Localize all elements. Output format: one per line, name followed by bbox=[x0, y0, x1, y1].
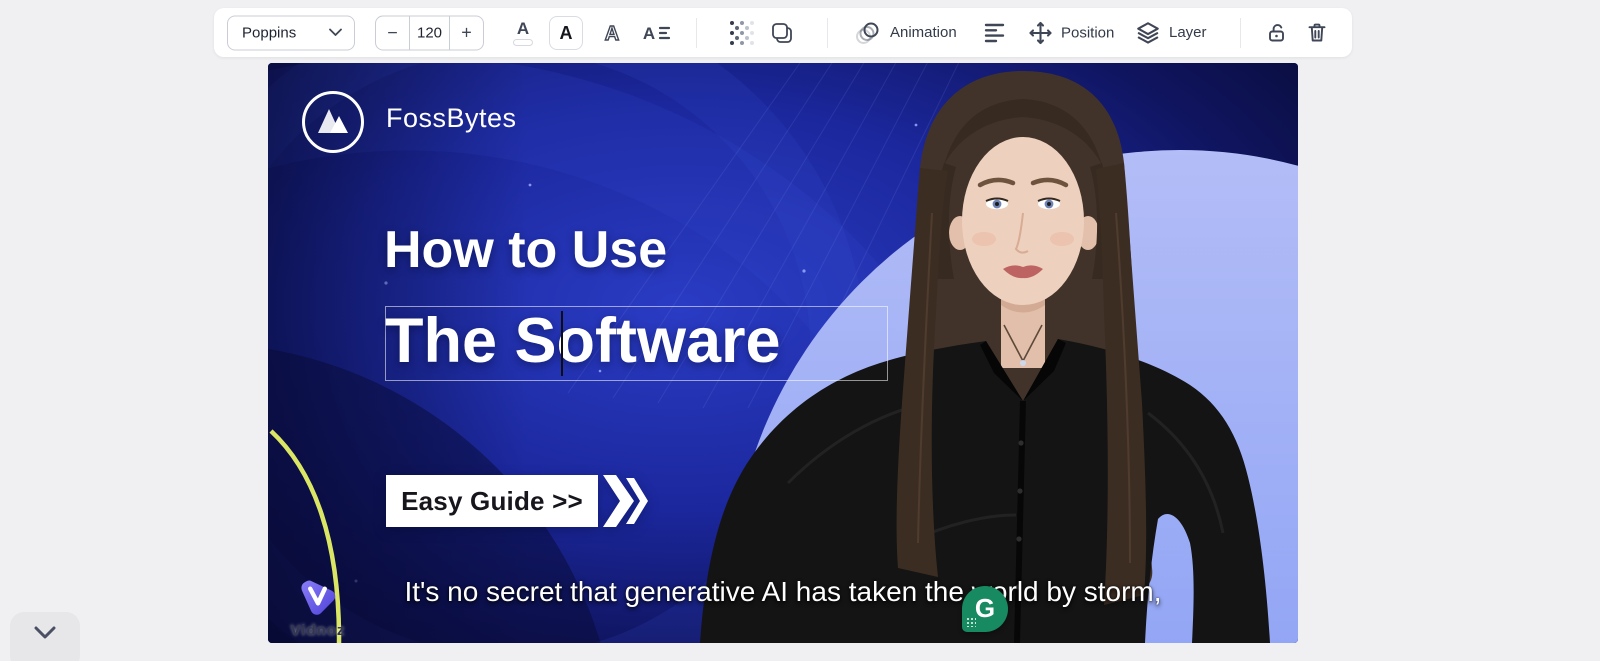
font-color-icon: A bbox=[513, 20, 533, 46]
text-toolbar: Poppins − 120 + A A A A bbox=[214, 8, 1352, 57]
outline-a-icon: A bbox=[599, 20, 625, 46]
font-color-button[interactable]: A bbox=[506, 16, 540, 50]
animation-label: Animation bbox=[890, 24, 957, 41]
watermark-label: Vidnoz bbox=[278, 622, 358, 639]
layer-stack-icon bbox=[1135, 20, 1161, 46]
brand-name: FossBytes bbox=[386, 103, 517, 134]
text-outline-button[interactable]: A bbox=[595, 16, 629, 50]
text-align-button[interactable] bbox=[978, 16, 1012, 50]
animation-icon bbox=[854, 20, 882, 46]
font-size-stepper: − 120 + bbox=[375, 15, 484, 50]
title-line1[interactable]: How to Use bbox=[384, 220, 667, 280]
svg-text:A: A bbox=[605, 23, 619, 45]
position-button[interactable]: Position bbox=[1028, 20, 1114, 45]
opacity-button[interactable] bbox=[725, 16, 759, 50]
toolbar-divider bbox=[696, 18, 697, 48]
text-style-button[interactable]: A bbox=[549, 16, 583, 50]
align-lines-icon bbox=[983, 22, 1007, 44]
animation-button[interactable]: Animation bbox=[854, 20, 957, 46]
font-size-input[interactable]: 120 bbox=[409, 16, 450, 49]
unlock-icon bbox=[1265, 21, 1289, 45]
video-canvas[interactable]: FossBytes How to Use The Software Easy G… bbox=[268, 63, 1298, 643]
lock-button[interactable] bbox=[1260, 16, 1294, 50]
bold-a-icon: A bbox=[560, 24, 573, 42]
fossbytes-logo bbox=[302, 91, 364, 153]
text-spacing-button[interactable]: A bbox=[639, 16, 673, 50]
position-label: Position bbox=[1061, 24, 1114, 41]
delete-button[interactable] bbox=[1300, 16, 1334, 50]
chevron-down-icon bbox=[33, 626, 57, 640]
duplicate-card-icon bbox=[770, 21, 794, 45]
layer-button[interactable]: Layer bbox=[1135, 20, 1207, 46]
cta-label: Easy Guide >> bbox=[386, 475, 598, 527]
position-move-icon bbox=[1028, 20, 1053, 45]
trash-icon bbox=[1305, 21, 1329, 45]
text-caret bbox=[561, 311, 563, 376]
drag-dots-icon bbox=[967, 618, 977, 628]
grammarly-badge[interactable]: G bbox=[962, 586, 1008, 632]
chevron-down-icon bbox=[329, 29, 342, 37]
text-spacing-icon: A bbox=[641, 21, 671, 45]
double-chevron-icon bbox=[603, 475, 651, 527]
cta-button[interactable]: Easy Guide >> bbox=[386, 475, 651, 527]
opacity-checker-icon bbox=[729, 20, 755, 46]
background-duplicate-button[interactable] bbox=[765, 16, 799, 50]
toolbar-divider bbox=[827, 18, 828, 48]
toolbar-divider bbox=[1240, 18, 1241, 48]
collapse-panel-button[interactable] bbox=[10, 612, 80, 661]
grammarly-g: G bbox=[975, 593, 995, 624]
font-size-decrease-button[interactable]: − bbox=[376, 16, 409, 49]
subtitle-text[interactable]: It's no secret that generative AI has ta… bbox=[268, 576, 1298, 608]
font-size-increase-button[interactable]: + bbox=[450, 16, 483, 49]
layer-label: Layer bbox=[1169, 24, 1207, 41]
font-family-value: Poppins bbox=[242, 24, 296, 41]
svg-text:A: A bbox=[643, 24, 655, 43]
mountain-icon bbox=[308, 97, 358, 147]
title-line2[interactable]: The Software bbox=[385, 304, 781, 379]
font-family-select[interactable]: Poppins bbox=[227, 15, 355, 50]
